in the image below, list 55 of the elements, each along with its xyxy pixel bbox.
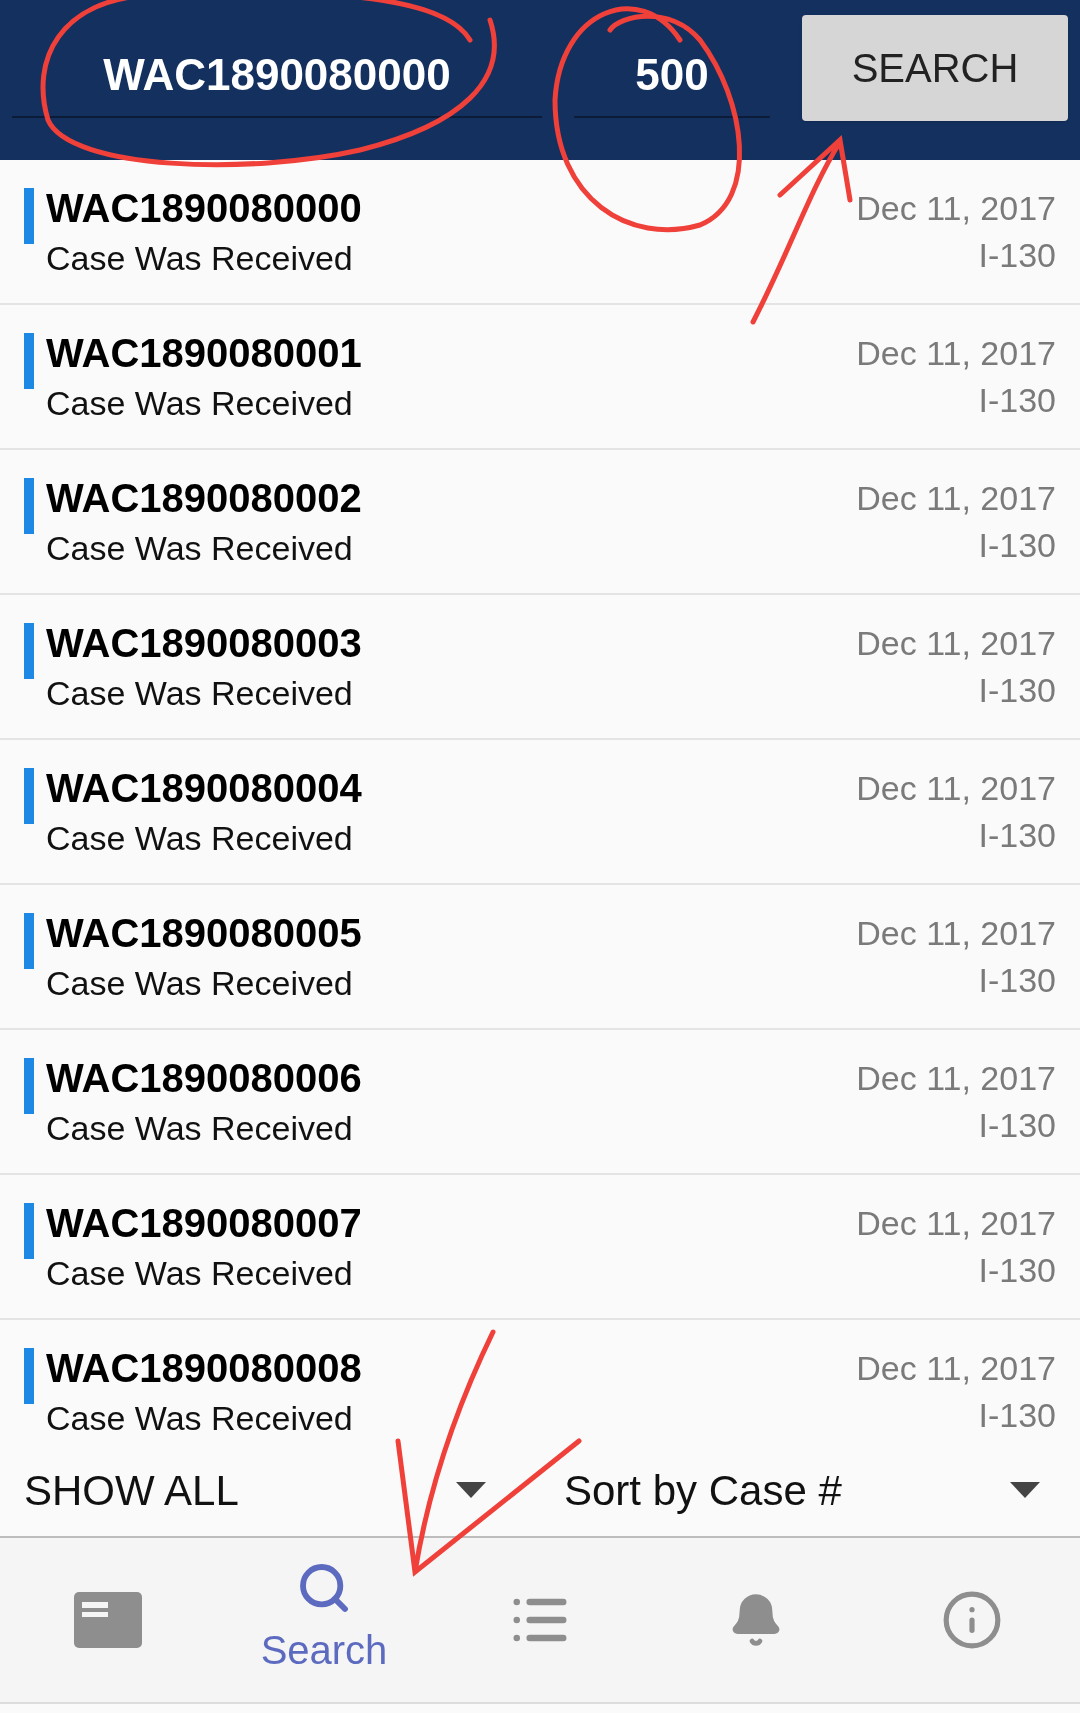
case-date: Dec 11, 2017 [856, 188, 1056, 229]
case-number: WAC1890080008 [46, 1345, 362, 1393]
case-date: Dec 11, 2017 [856, 1203, 1056, 1244]
case-number: WAC1890080005 [46, 910, 362, 958]
case-status: Case Was Received [46, 528, 354, 570]
show-filter-dropdown[interactable]: SHOW ALL [0, 1458, 510, 1522]
case-number: WAC1890080000 [46, 185, 362, 233]
search-button[interactable]: SEARCH [802, 15, 1068, 121]
case-date: Dec 11, 2017 [856, 768, 1056, 809]
case-status: Case Was Received [46, 963, 354, 1005]
form-type: I-130 [978, 814, 1056, 856]
case-date: Dec 11, 2017 [856, 913, 1056, 954]
case-status: Case Was Received [46, 1108, 354, 1150]
case-number: WAC1890080002 [46, 475, 362, 523]
count-field[interactable]: 500 [574, 42, 770, 118]
case-row[interactable]: WAC1890080005 Case Was Received Dec 11, 2017 I-130 [0, 885, 1080, 1030]
case-status: Case Was Received [46, 238, 354, 280]
form-type: I-130 [978, 1249, 1056, 1291]
card-icon [74, 1592, 142, 1648]
case-row[interactable]: WAC1890080000 Case Was Received Dec 11, 2017 I-130 [0, 160, 1080, 305]
case-row[interactable]: WAC1890080008 Case Was Received Dec 11, 2017 I-130 [0, 1320, 1080, 1444]
case-row[interactable]: WAC1890080002 Case Was Received Dec 11, 2017 I-130 [0, 450, 1080, 595]
case-row[interactable]: WAC1890080001 Case Was Received Dec 11, 2017 I-130 [0, 305, 1080, 450]
case-number: WAC1890080003 [46, 620, 362, 668]
case-number: WAC1890080007 [46, 1200, 362, 1248]
dropdown-caret-icon [1010, 1482, 1040, 1498]
form-type: I-130 [978, 379, 1056, 421]
case-row[interactable]: WAC1890080007 Case Was Received Dec 11, 2017 I-130 [0, 1175, 1080, 1320]
case-row[interactable]: WAC1890080006 Case Was Received Dec 11, 2017 I-130 [0, 1030, 1080, 1175]
form-type: I-130 [978, 959, 1056, 1001]
form-type: I-130 [978, 1104, 1056, 1146]
nav-tab[interactable]: Search [216, 1560, 432, 1680]
form-type: I-130 [978, 234, 1056, 276]
case-status: Case Was Received [46, 673, 354, 715]
case-status: Case Was Received [46, 1398, 354, 1440]
case-date: Dec 11, 2017 [856, 333, 1056, 374]
dropdown-caret-icon [456, 1482, 486, 1498]
sort-dropdown[interactable]: Sort by Case # [510, 1458, 1080, 1522]
info-icon [941, 1589, 1003, 1651]
case-date: Dec 11, 2017 [856, 478, 1056, 519]
form-type: I-130 [978, 669, 1056, 711]
case-date: Dec 11, 2017 [856, 1348, 1056, 1389]
form-type: I-130 [978, 1394, 1056, 1436]
receipt-field[interactable]: WAC1890080000 [12, 42, 542, 118]
case-status: Case Was Received [46, 383, 354, 425]
case-number: WAC1890080006 [46, 1055, 362, 1103]
case-number: WAC1890080001 [46, 330, 362, 378]
case-status: Case Was Received [46, 1253, 354, 1295]
case-date: Dec 11, 2017 [856, 1058, 1056, 1099]
case-row[interactable]: WAC1890080003 Case Was Received Dec 11, 2017 I-130 [0, 595, 1080, 740]
case-row[interactable]: WAC1890080004 Case Was Received Dec 11, 2017 I-130 [0, 740, 1080, 885]
case-status: Case Was Received [46, 818, 354, 860]
form-type: I-130 [978, 524, 1056, 566]
case-date: Dec 11, 2017 [856, 623, 1056, 664]
case-number: WAC1890080004 [46, 765, 362, 813]
